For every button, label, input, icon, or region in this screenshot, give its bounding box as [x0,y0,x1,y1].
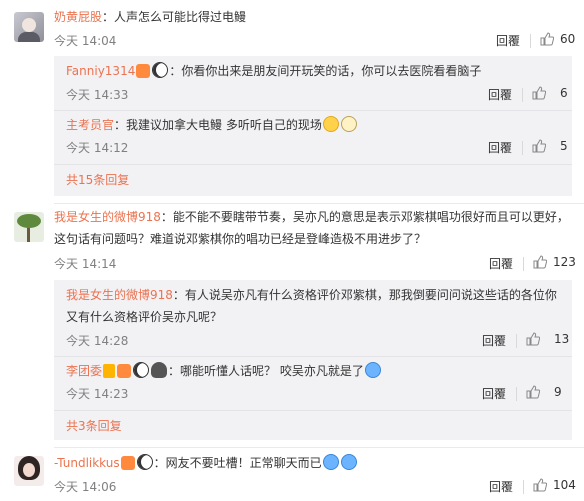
thumbs-up-icon [533,478,547,492]
comment-username[interactable]: 奶黄屁股 [54,10,102,24]
reply-time: 今天 14:12 [66,141,129,155]
comment-time: 今天 14:06 [54,480,117,494]
reply-username[interactable]: 李团委 [66,364,102,378]
reply-button[interactable]: 回覆 [488,86,512,103]
separator [516,387,517,401]
thumbs-up-icon [540,32,554,46]
panda-emoji-icon [152,62,169,78]
comment-body: 我是女生的微博918：能不能不要瞎带节奏，吴亦凡的意思是表示邓紫棋唱功很好而且可… [54,206,572,250]
comment-body: -Tundlikkus ：网友不要吐槽！正常聊天而已 [54,452,572,474]
comment-text: ：网友不要吐槽！正常聊天而已 [153,456,322,470]
vip-badge-icon [136,64,151,78]
separator [516,334,517,348]
hug-emoji-icon [340,454,357,470]
like-count: 9 [554,385,562,399]
divider [54,110,572,111]
reply-button[interactable]: 回覆 [489,478,513,495]
avatar[interactable] [14,456,44,486]
like-count: 60 [560,32,576,46]
comment-text: ：人声怎么可能比得过电鳗 [102,10,247,24]
thumbs-up-icon [532,139,546,153]
reply-username[interactable]: 主考员官 [66,118,114,132]
reply-button[interactable]: 回覆 [482,332,506,349]
separator [523,257,524,271]
reply-body: 主考员官：我建议加拿大电鳗 多听听自己的现场 [66,114,560,136]
separator [522,88,523,102]
like-button[interactable]: 9 [526,385,562,399]
like-count: 123 [553,255,576,269]
avatar[interactable] [14,212,44,242]
like-count: 104 [553,478,576,492]
like-button[interactable]: 5 [532,139,568,153]
like-button[interactable]: 60 [540,32,575,46]
reply-body: 李团委 ：哪能听懂人话呢？ 咬吴亦凡就是了 [66,360,560,382]
like-count: 6 [560,86,568,100]
reply-body: 我是女生的微博918：有人说吴亦凡有什么资格评价邓紫棋，那我倒要问问说这些话的各… [66,284,560,328]
like-button[interactable]: 6 [532,86,568,100]
hug-emoji-icon [322,454,339,470]
comment-body: 奶黄屁股：人声怎么可能比得过电鳗 [54,6,572,28]
thumbs-up-icon [526,385,540,399]
reply-list: 我是女生的微博918：有人说吴亦凡有什么资格评价邓紫棋，那我倒要问问说这些话的各… [54,280,572,440]
thumbs-up-icon [532,86,546,100]
comment-username[interactable]: 我是女生的微博918 [54,210,161,224]
avatar[interactable] [14,12,44,42]
laughing-emoji-icon [340,116,357,132]
separator [523,480,524,494]
thumbs-up-icon [526,332,540,346]
divider [54,203,584,204]
reply-text: ：哪能听懂人话呢？ 咬吴亦凡就是了 [168,364,364,378]
reply-button[interactable]: 回覆 [488,139,512,156]
like-count: 5 [560,139,568,153]
divider [54,356,572,357]
divider [54,410,572,411]
reply-button[interactable]: 回覆 [496,32,520,49]
ghost-emoji-icon [151,362,168,378]
reply-text: ：我建议加拿大电鳗 多听听自己的现场 [114,118,322,132]
reply-username[interactable]: Fanniy1314 [66,64,135,78]
thumbs-up-icon [533,255,547,269]
reply-button[interactable]: 回覆 [489,255,513,272]
comment-time: 今天 14:14 [54,257,117,271]
panda-emoji-icon [133,362,150,378]
reply-body: Fanniy1314 ：你看你出来是朋友间开玩笑的话，你可以去医院看看脑子 [66,60,560,82]
reply-time: 今天 14:28 [66,334,129,348]
comment-username[interactable]: -Tundlikkus [54,456,120,470]
reply-username[interactable]: 我是女生的微博918 [66,288,173,302]
reply-list: Fanniy1314 ：你看你出来是朋友间开玩笑的话，你可以去医院看看脑子 今天 … [54,56,572,196]
comment-time: 今天 14:04 [54,34,117,48]
reply-button[interactable]: 回覆 [482,385,506,402]
vip-badge-icon [120,456,135,470]
like-count: 13 [554,332,570,346]
reply-time: 今天 14:33 [66,88,129,102]
like-button[interactable]: 123 [533,255,576,269]
more-replies-link[interactable]: 共3条回复 [66,417,122,434]
verified-v-icon [103,364,116,378]
reply-text: ：你看你出来是朋友间开玩笑的话，你可以去医院看看脑子 [169,64,482,78]
more-replies-link[interactable]: 共15条回复 [66,171,129,188]
like-button[interactable]: 104 [533,478,576,492]
panda-emoji-icon [136,454,153,470]
divider [54,164,572,165]
hug-emoji-icon [364,362,381,378]
vip-badge-icon [117,364,132,378]
divider [54,447,584,448]
separator [530,34,531,48]
like-button[interactable]: 13 [526,332,569,346]
separator [522,141,523,155]
thinking-emoji-icon [322,116,339,132]
reply-time: 今天 14:23 [66,387,129,401]
